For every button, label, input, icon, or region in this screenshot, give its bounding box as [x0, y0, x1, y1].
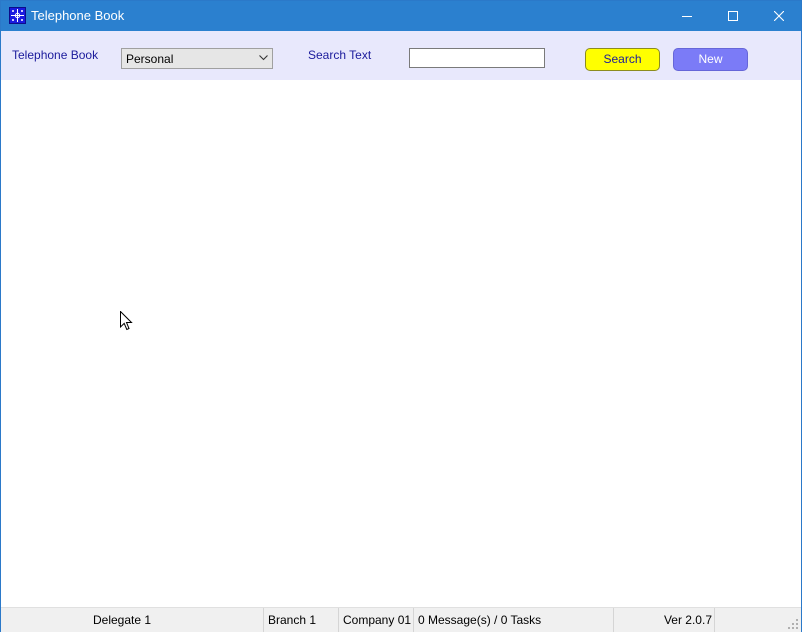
- minimize-button[interactable]: [664, 1, 710, 31]
- mouse-cursor-icon: [120, 311, 133, 331]
- status-version: Ver 2.0.7: [614, 608, 715, 632]
- status-delegate: Delegate 1: [1, 608, 264, 632]
- resize-grip-icon[interactable]: [787, 618, 799, 630]
- status-branch: Branch 1: [264, 608, 339, 632]
- title-bar[interactable]: Telephone Book: [1, 1, 801, 31]
- telephone-book-app-icon: [9, 7, 26, 24]
- status-messages-tasks: 0 Message(s) / 0 Tasks: [414, 608, 614, 632]
- search-text-input[interactable]: [409, 48, 545, 68]
- search-button[interactable]: Search: [585, 48, 660, 71]
- status-company: Company 01: [339, 608, 414, 632]
- maximize-button[interactable]: [710, 1, 756, 31]
- window-title: Telephone Book: [31, 8, 125, 23]
- new-button[interactable]: New: [673, 48, 748, 71]
- minimize-icon: [682, 16, 692, 17]
- telephone-book-select[interactable]: Personal: [121, 48, 273, 69]
- telephone-book-label: Telephone Book: [12, 48, 99, 62]
- telephone-book-selected-value: Personal: [126, 52, 174, 66]
- toolbar: Telephone Book Personal Search Text Sear…: [1, 31, 801, 80]
- telephone-book-window: Telephone Book Telephone Book Personal S…: [0, 0, 802, 632]
- chevron-down-icon: [259, 55, 268, 61]
- status-bar: Delegate 1 Branch 1 Company 01 0 Message…: [1, 607, 801, 632]
- close-icon: [774, 11, 784, 21]
- maximize-icon: [728, 11, 738, 21]
- content-area[interactable]: [1, 80, 801, 607]
- close-button[interactable]: [756, 1, 802, 31]
- search-text-label: Search Text: [308, 48, 372, 62]
